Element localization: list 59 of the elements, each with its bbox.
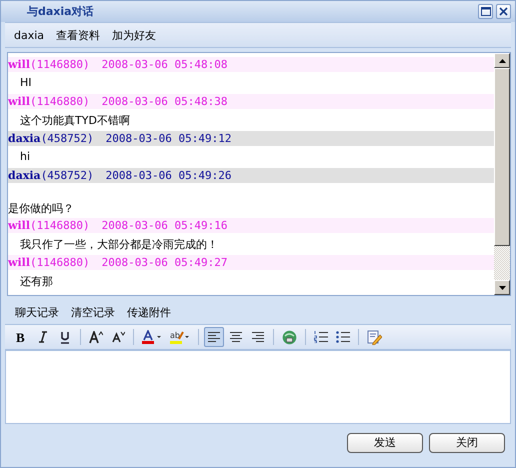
message-text: 还有那 xyxy=(19,274,54,290)
close-icon xyxy=(499,7,508,16)
menu-item[interactable]: 加为好友 xyxy=(112,28,156,42)
message-time: 2008-03-06 05:49:16 xyxy=(102,219,228,232)
align-left-icon xyxy=(207,331,221,343)
sender-name: will xyxy=(8,219,30,232)
close-button[interactable] xyxy=(496,4,511,19)
italic-icon xyxy=(37,331,49,343)
align-right-icon xyxy=(251,331,265,343)
message-time: 2008-03-06 05:49:12 xyxy=(106,132,232,145)
underline-icon xyxy=(59,330,71,344)
font-grow-icon xyxy=(89,330,103,344)
font-color-icon xyxy=(142,330,162,344)
scrollbar[interactable] xyxy=(494,53,510,295)
sender-name: will xyxy=(8,95,30,108)
message-time: 2008-03-06 05:49:26 xyxy=(106,169,232,182)
sender-id: (1146880) xyxy=(30,58,90,71)
bold-icon: B xyxy=(15,331,27,343)
sender-id: (1146880) xyxy=(30,219,90,232)
scroll-thumb[interactable] xyxy=(494,68,510,246)
align-center-icon xyxy=(229,331,243,343)
bold-button[interactable]: B xyxy=(11,327,31,347)
send-button[interactable]: 发送 xyxy=(347,432,423,452)
action-link[interactable]: 聊天记录 xyxy=(15,304,59,320)
scroll-up-button[interactable] xyxy=(494,53,510,68)
scroll-down-button[interactable] xyxy=(494,280,510,295)
message-text: 这个功能真TYD不错啊 xyxy=(19,113,131,129)
menu-item[interactable]: daxia xyxy=(14,28,44,42)
globe-icon xyxy=(282,330,297,344)
sender-id: (1146880) xyxy=(30,256,90,269)
message-text: HI xyxy=(19,75,33,91)
message-time: 2008-03-06 05:48:38 xyxy=(102,95,228,108)
sender-id: (458752) xyxy=(40,132,94,145)
message-time: 2008-03-06 05:48:08 xyxy=(102,58,228,71)
message-time: 2008-03-06 05:49:27 xyxy=(102,256,228,269)
up-arrow-icon xyxy=(498,58,506,62)
message-text: 我只作了一些，大部分都是冷雨完成的！ xyxy=(19,237,219,253)
maximize-icon xyxy=(480,7,490,16)
message-text: hi xyxy=(19,149,32,165)
edit-icon xyxy=(367,330,382,344)
sender-name: will xyxy=(8,58,30,71)
maximize-button[interactable] xyxy=(478,4,493,19)
menu-item[interactable]: 查看资料 xyxy=(56,28,100,42)
message-text: 是你做的吗？ xyxy=(8,201,75,217)
close-dialog-button[interactable]: 关闭 xyxy=(429,432,505,452)
sender-name: daxia xyxy=(8,132,41,145)
action-link[interactable]: 清空记录 xyxy=(71,304,115,320)
sender-id: (458752) xyxy=(40,169,94,182)
action-link[interactable]: 传递附件 xyxy=(127,304,171,320)
bullet-list-icon xyxy=(336,331,350,343)
sender-name: will xyxy=(8,256,30,269)
down-arrow-icon xyxy=(498,286,506,290)
align-left-button[interactable] xyxy=(204,327,224,347)
sender-name: daxia xyxy=(8,169,41,182)
window-title: 与daxia对话 xyxy=(27,4,94,19)
message-input[interactable] xyxy=(5,350,511,424)
numbered-list-icon xyxy=(314,331,328,343)
font-shrink-icon xyxy=(112,331,124,343)
sender-id: (1146880) xyxy=(30,95,90,108)
